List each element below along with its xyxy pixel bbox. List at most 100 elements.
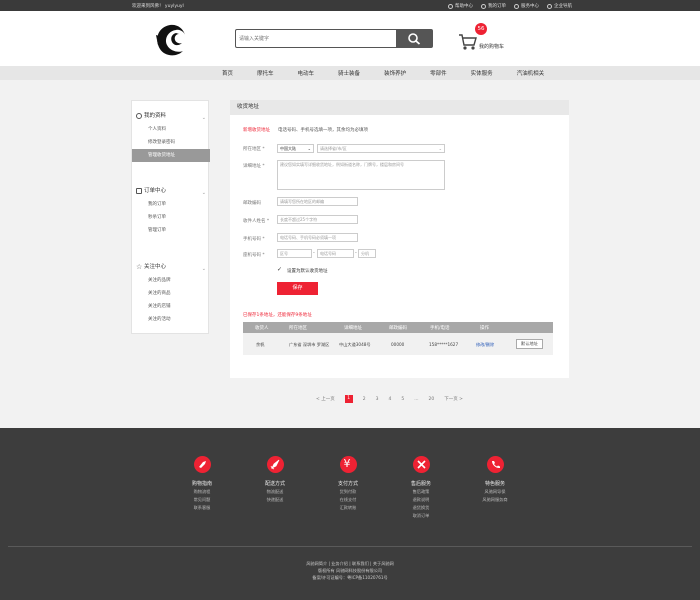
footer-link[interactable]: 退货换货 [391, 505, 451, 511]
footer-link[interactable]: 售后政策 [391, 489, 451, 495]
save-button[interactable]: 保存 [277, 282, 318, 295]
footer-link[interactable]: 风驰网服务商 [465, 497, 525, 503]
chevron-down-icon: ⌄ [438, 146, 442, 151]
footer-link[interactable]: 在线支付 [318, 497, 378, 503]
sidebar-item-brands[interactable]: 关注的品牌 [132, 274, 210, 287]
rocket-icon [266, 456, 284, 473]
dash-separator: - [313, 250, 315, 256]
page-1[interactable]: 1 [344, 395, 353, 403]
sidebar-group-orders: 订单中心 ⌄ 我的订单 秒杀订单 管理订单 [132, 185, 210, 237]
dragon-logo[interactable] [150, 21, 190, 61]
footer-link[interactable]: 货到付款 [318, 489, 378, 495]
sidebar-item-my-orders[interactable]: 我的订单 [132, 198, 210, 211]
sidebar-group-profile: 我的资料 ⌄ 个人资料 修改登录密码 管理收货地址 [132, 110, 210, 162]
main-nav: 首页 摩托车 电动车 骑士装备 装饰养护 零部件 实体服务 汽油机相关 [0, 66, 700, 80]
phone-number-input[interactable]: 电话号码 [317, 249, 354, 258]
next-page-button[interactable]: 下一页 > [444, 396, 463, 402]
nav-engine[interactable]: 汽油机相关 [517, 69, 545, 77]
top-link-service[interactable]: 服务中心 [514, 3, 539, 9]
cart-label: 我的购物车 [479, 44, 505, 50]
sidebar-item-manage-orders[interactable]: 管理订单 [132, 224, 210, 237]
pagination: < 上一页 1 2 3 4 5 ... 20 下一页 > [316, 395, 473, 403]
dash-separator: - [355, 250, 357, 256]
footer-divider [8, 546, 692, 547]
sidebar-item-password[interactable]: 修改登录密码 [132, 136, 210, 149]
region-label: 所在地区 * [243, 147, 265, 152]
default-address-label: 设置为默认收货地址 [287, 269, 328, 274]
nav-ebike[interactable]: 电动车 [298, 69, 315, 77]
service-icon [514, 3, 519, 9]
name-input[interactable]: 长度不超过25个字符 [277, 215, 358, 224]
nav-rider-gear[interactable]: 骑士装备 [338, 69, 360, 77]
top-link-help[interactable]: 帮助中心 [448, 3, 473, 9]
welcome-text: 欢迎来到风佛！ yuylyuyl [132, 4, 184, 9]
footer-link[interactable]: 购物流程 [172, 489, 232, 495]
panel-title: 收货地址 [230, 100, 569, 115]
detail-label: 详细地址 * [243, 164, 265, 169]
footer-col-guide: 购物指南 购物流程 常见问题 联系客服 [172, 456, 232, 511]
top-links: 帮助中心 我的订单 服务中心 企业导航 [448, 3, 572, 9]
page-5[interactable]: 5 [401, 397, 404, 402]
phone-ext-input[interactable]: 分机 [358, 249, 376, 258]
cart-count-badge: 56 [475, 23, 487, 35]
footer-link[interactable]: 联系客服 [172, 505, 232, 511]
detail-address-textarea[interactable]: 建议您如实填写详细收货地址，例如街道名称，门牌号，楼层和房间号 [277, 160, 445, 190]
chevron-down-icon: ⌄ [201, 266, 206, 272]
sidebar-head-profile[interactable]: 我的资料 ⌄ [132, 110, 210, 123]
table-header: 收货人 所在地区 详细地址 邮政编码 手机/电话 操作 [243, 322, 553, 333]
footer-link[interactable]: 快递配送 [245, 497, 305, 503]
user-icon [136, 113, 142, 119]
search-input[interactable] [239, 33, 389, 45]
sidebar-item-shops[interactable]: 关注的店铺 [132, 300, 210, 313]
add-address-link[interactable]: 新增收货地址 [243, 127, 270, 133]
search-box [235, 29, 433, 48]
phone-area-input[interactable]: 区号 [277, 249, 312, 258]
icp-number: 备案/许可证编号：粤ICP备11020761号 [312, 575, 388, 580]
footer-links[interactable]: 风驰网简介 | 业务介绍 | 联系我们 | 关于风驰网 [0, 560, 700, 567]
sidebar-item-products[interactable]: 关注的商品 [132, 287, 210, 300]
region-select[interactable]: 请选择省/市/区 ⌄ [317, 144, 445, 153]
nav-service[interactable]: 实体服务 [471, 69, 493, 77]
search-button[interactable] [396, 30, 432, 47]
bird-icon [193, 456, 211, 473]
cart-button[interactable]: 56 我的购物车 [458, 23, 518, 63]
footer-link[interactable]: 风驰网导保 [465, 489, 525, 495]
footer-link[interactable]: 常见问题 [172, 497, 232, 503]
header: 56 我的购物车 [0, 11, 700, 66]
footer-link[interactable]: 取消订单 [391, 513, 451, 519]
top-link-enterprise[interactable]: 企业导航 [547, 3, 572, 9]
nav-motorcycle[interactable]: 摩托车 [257, 69, 274, 77]
sidebar-head-follow[interactable]: ☆ 关注中心 ⌄ [132, 261, 210, 274]
footer-link[interactable]: 物流配送 [245, 489, 305, 495]
nav-home[interactable]: 首页 [222, 69, 233, 77]
sidebar-item-address[interactable]: 管理收货地址 [132, 149, 210, 162]
edit-delete-link[interactable]: 修改/删除 [476, 342, 494, 348]
nav-parts[interactable]: 零部件 [430, 69, 447, 77]
sidebar-item-profile[interactable]: 个人资料 [132, 123, 210, 136]
prev-page-button[interactable]: < 上一页 [316, 396, 335, 402]
top-link-orders[interactable]: 我的订单 [481, 3, 506, 9]
table-row: 余帆 广东省 深圳市 罗湖区 中山大道3048号 00000 158*****1… [243, 333, 553, 355]
footer-link[interactable]: 退款说明 [391, 497, 451, 503]
star-icon: ☆ [136, 263, 143, 271]
mobile-input[interactable]: 电话号码、手机号码必须填一项 [277, 233, 358, 242]
zip-input[interactable]: 请填写您所在地区的邮编 [277, 197, 358, 206]
zip-label: 邮政编码 [243, 201, 261, 206]
chevron-down-icon: ⌄ [201, 115, 206, 121]
footer-link[interactable]: 汇款转账 [318, 505, 378, 511]
nav-decoration[interactable]: 装饰养护 [384, 69, 406, 77]
page-2[interactable]: 2 [363, 397, 366, 402]
page-3[interactable]: 3 [376, 397, 379, 402]
checkbox-check-icon[interactable]: ✓ [277, 266, 282, 273]
sidebar-item-flash-orders[interactable]: 秒杀订单 [132, 211, 210, 224]
chevron-down-icon: ⌄ [201, 190, 206, 196]
saved-address-note: 已保存1条地址，还能保存9条地址 [243, 313, 312, 318]
region-country-select[interactable]: 中国大陆 ⌄ [277, 144, 314, 153]
yen-icon: ¥ [339, 456, 357, 473]
default-address-button[interactable]: 默认地址 [516, 339, 543, 349]
enterprise-icon [547, 3, 552, 9]
page-20[interactable]: 20 [429, 397, 435, 402]
sidebar-item-activities[interactable]: 关注的活动 [132, 313, 210, 326]
sidebar-head-orders[interactable]: 订单中心 ⌄ [132, 185, 210, 198]
page-4[interactable]: 4 [388, 397, 391, 402]
